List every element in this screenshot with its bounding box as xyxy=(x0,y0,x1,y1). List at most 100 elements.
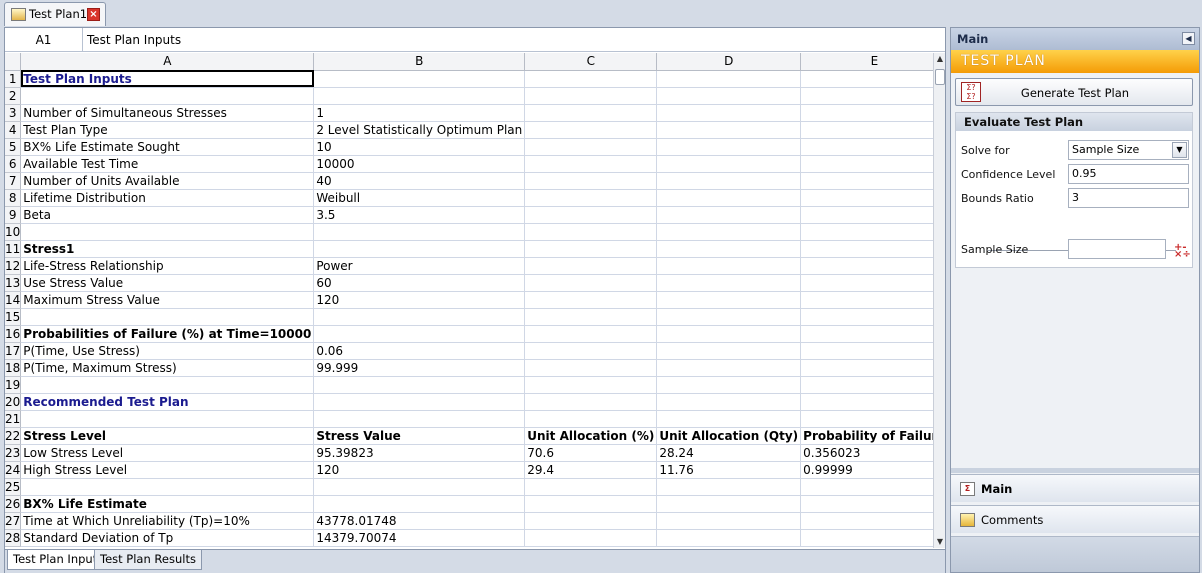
cell-a[interactable]: Recommended Test Plan xyxy=(20,393,315,411)
cell-b[interactable]: 40 xyxy=(313,172,526,190)
formula-content[interactable]: Test Plan Inputs xyxy=(87,28,181,52)
cell-c[interactable] xyxy=(524,206,658,224)
column-header[interactable]: B xyxy=(313,53,526,71)
cell-e[interactable] xyxy=(800,393,933,411)
cell-b[interactable]: 95.39823 xyxy=(313,444,526,462)
row-header[interactable]: 21 xyxy=(5,410,22,428)
cell-c[interactable] xyxy=(524,189,658,207)
cell-d[interactable] xyxy=(656,172,802,190)
chevron-down-icon[interactable]: ▼ xyxy=(1172,142,1187,158)
cell-c[interactable] xyxy=(524,104,658,122)
cell-d[interactable] xyxy=(656,410,802,428)
row-header[interactable]: 22 xyxy=(5,427,22,445)
cell-a[interactable]: P(Time, Maximum Stress) xyxy=(20,359,315,377)
cell-b[interactable]: 1 xyxy=(313,104,526,122)
row-header[interactable]: 6 xyxy=(5,155,22,173)
select-all-corner[interactable] xyxy=(5,53,22,71)
cell-a[interactable]: Stress Level xyxy=(20,427,315,445)
cell-c[interactable] xyxy=(524,478,658,496)
cell-e[interactable] xyxy=(800,70,933,88)
cell-e[interactable] xyxy=(800,155,933,173)
cell-a[interactable]: Maximum Stress Value xyxy=(20,291,315,309)
cell-e[interactable] xyxy=(800,257,933,275)
column-header[interactable]: A xyxy=(20,53,315,71)
cell-b[interactable] xyxy=(313,308,526,326)
cell-e[interactable] xyxy=(800,138,933,156)
cell-b[interactable]: 3.5 xyxy=(313,206,526,224)
cell-c[interactable] xyxy=(524,410,658,428)
cell-e[interactable]: Probability of Failure xyxy=(800,427,933,445)
cell-b[interactable]: 10 xyxy=(313,138,526,156)
scroll-down-icon[interactable]: ▼ xyxy=(934,536,946,548)
cell-d[interactable] xyxy=(656,189,802,207)
cell-b[interactable] xyxy=(313,410,526,428)
cell-e[interactable] xyxy=(800,189,933,207)
column-header[interactable]: C xyxy=(524,53,658,71)
row-header[interactable]: 16 xyxy=(5,325,22,343)
row-header[interactable]: 2 xyxy=(5,87,22,105)
document-tab[interactable]: Test Plan1 × xyxy=(4,2,106,26)
cell-e[interactable]: 0.99999 xyxy=(800,461,933,479)
cell-d[interactable] xyxy=(656,223,802,241)
cell-e[interactable] xyxy=(800,87,933,105)
cell-d[interactable] xyxy=(656,393,802,411)
cell-c[interactable] xyxy=(524,274,658,292)
cell-a[interactable]: Available Test Time xyxy=(20,155,315,173)
cell-a[interactable]: Test Plan Inputs xyxy=(20,70,315,88)
cell-c[interactable] xyxy=(524,138,658,156)
cell-b[interactable] xyxy=(313,478,526,496)
cell-a[interactable]: BX% Life Estimate Sought xyxy=(20,138,315,156)
panel-splitter[interactable] xyxy=(951,468,1199,473)
cell-b[interactable]: 14379.70074 xyxy=(313,529,526,547)
cell-c[interactable] xyxy=(524,325,658,343)
cell-d[interactable] xyxy=(656,478,802,496)
cell-d[interactable] xyxy=(656,495,802,513)
cell-a[interactable]: High Stress Level xyxy=(20,461,315,479)
cell-e[interactable] xyxy=(800,325,933,343)
row-header[interactable]: 5 xyxy=(5,138,22,156)
cell-e[interactable] xyxy=(800,223,933,241)
cell-b[interactable] xyxy=(313,223,526,241)
cell-e[interactable] xyxy=(800,529,933,547)
collapse-panel-icon[interactable]: ◀ xyxy=(1182,32,1195,45)
cell-b[interactable]: Power xyxy=(313,257,526,275)
cell-d[interactable] xyxy=(656,70,802,88)
cell-a[interactable]: Time at Which Unreliability (Tp)=10% xyxy=(20,512,315,530)
cell-b[interactable]: 99.999 xyxy=(313,359,526,377)
cell-b[interactable]: 60 xyxy=(313,274,526,292)
cell-c[interactable] xyxy=(524,291,658,309)
cell-e[interactable] xyxy=(800,172,933,190)
cell-a[interactable]: Life-Stress Relationship xyxy=(20,257,315,275)
cell-c[interactable] xyxy=(524,512,658,530)
row-header[interactable]: 8 xyxy=(5,189,22,207)
cell-c[interactable] xyxy=(524,70,658,88)
cell-a[interactable]: Standard Deviation of Tp xyxy=(20,529,315,547)
row-header[interactable]: 9 xyxy=(5,206,22,224)
row-header[interactable]: 27 xyxy=(5,512,22,530)
cell-a[interactable] xyxy=(20,223,315,241)
close-icon[interactable]: × xyxy=(87,8,100,21)
row-header[interactable]: 23 xyxy=(5,444,22,462)
cell-e[interactable] xyxy=(800,104,933,122)
cell-d[interactable] xyxy=(656,291,802,309)
cell-a[interactable] xyxy=(20,308,315,326)
cell-e[interactable] xyxy=(800,291,933,309)
cell-a[interactable]: Test Plan Type xyxy=(20,121,315,139)
row-header[interactable]: 24 xyxy=(5,461,22,479)
cell-e[interactable] xyxy=(800,512,933,530)
cell-b[interactable] xyxy=(313,240,526,258)
cell-b[interactable]: 2 Level Statistically Optimum Plan xyxy=(313,121,526,139)
row-header[interactable]: 3 xyxy=(5,104,22,122)
cell-e[interactable] xyxy=(800,478,933,496)
row-header[interactable]: 15 xyxy=(5,308,22,326)
cell-e[interactable] xyxy=(800,308,933,326)
cell-c[interactable] xyxy=(524,529,658,547)
cell-c[interactable] xyxy=(524,393,658,411)
cell-d[interactable]: 28.24 xyxy=(656,444,802,462)
cell-b[interactable] xyxy=(313,87,526,105)
cell-e[interactable] xyxy=(800,376,933,394)
cell-c[interactable] xyxy=(524,257,658,275)
row-header[interactable]: 11 xyxy=(5,240,22,258)
cell-d[interactable] xyxy=(656,121,802,139)
cell-a[interactable]: BX% Life Estimate xyxy=(20,495,315,513)
